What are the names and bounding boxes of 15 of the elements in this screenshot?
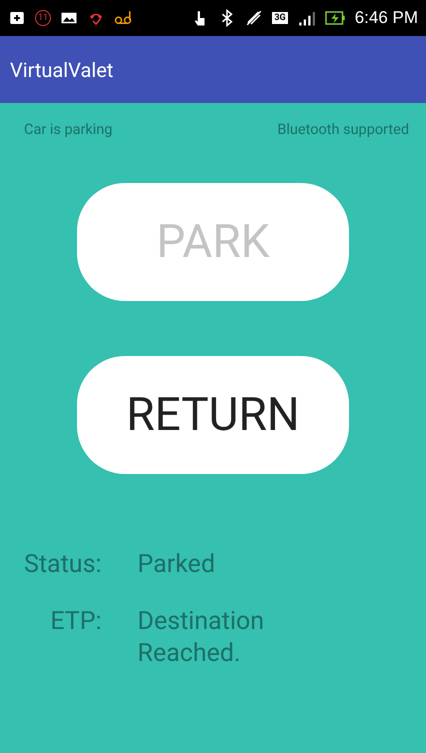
detail-label: ETP: — [49, 606, 102, 638]
signal-icon — [296, 9, 315, 27]
network-type: 3G — [272, 12, 288, 24]
clock-time: 6:46 PM — [354, 8, 418, 28]
detail-label: Status: — [24, 549, 102, 580]
voicemail-icon — [114, 9, 132, 27]
battery-charging-icon — [324, 9, 346, 27]
parking-status-text: Car is parking — [24, 121, 112, 138]
plus-icon — [8, 9, 26, 27]
detail-value: Parked — [138, 549, 216, 580]
return-button[interactable]: RETURN — [77, 356, 349, 474]
detail-value: Destination Reached. — [138, 606, 266, 669]
notification-count: 11 — [35, 10, 51, 26]
app-title: VirtualValet — [10, 58, 114, 82]
bluetooth-status-text: Bluetooth supported — [277, 121, 409, 138]
